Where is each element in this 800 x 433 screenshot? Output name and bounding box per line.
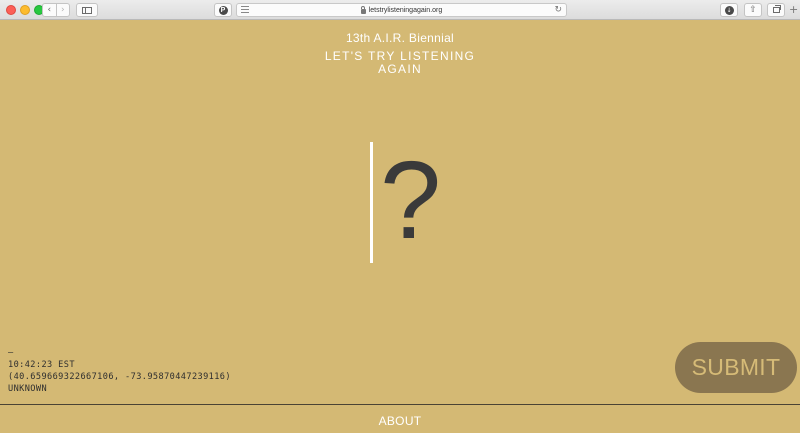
window-minimize-button[interactable] xyxy=(20,5,30,15)
submit-button[interactable]: SUBMIT xyxy=(675,342,797,393)
lock-icon xyxy=(360,5,366,14)
location-info: — 10:42:23 EST (40.659669322667106, -73.… xyxy=(8,347,231,395)
about-link[interactable]: ABOUT xyxy=(0,414,800,428)
reload-icon[interactable]: ↻ xyxy=(554,4,562,16)
footer-divider xyxy=(0,404,800,405)
text-input-cursor[interactable] xyxy=(370,142,373,263)
tab-overview-button[interactable] xyxy=(767,3,785,17)
url-display: letstrylisteningagain.org xyxy=(237,4,566,16)
info-marker: — xyxy=(8,348,14,358)
biennial-subtitle: 13th A.I.R. Biennial xyxy=(345,31,455,45)
tabs-icon xyxy=(772,5,781,13)
pinterest-button[interactable]: P xyxy=(214,3,232,17)
address-bar[interactable]: letstrylisteningagain.org ↻ xyxy=(236,3,567,17)
url-text: letstrylisteningagain.org xyxy=(368,6,443,14)
browser-toolbar: ‹ › P letstrylisteningagain.org ↻ ↓ ⇧ + xyxy=(0,0,800,20)
share-icon: ⇧ xyxy=(749,5,757,15)
coordinates: (40.659669322667106, -73.95870447239116) xyxy=(8,372,231,382)
new-tab-button[interactable]: + xyxy=(789,2,798,18)
forward-button[interactable]: › xyxy=(55,4,70,16)
page-title-line-2: AGAIN xyxy=(378,62,422,76)
downloads-button[interactable]: ↓ xyxy=(720,3,738,17)
pinterest-icon: P xyxy=(218,5,228,15)
window-close-button[interactable] xyxy=(6,5,16,15)
timestamp: 10:42:23 EST xyxy=(8,360,75,370)
question-mark-prompt[interactable]: ? xyxy=(380,146,441,256)
share-button[interactable]: ⇧ xyxy=(744,3,762,17)
back-button[interactable]: ‹ xyxy=(43,4,56,16)
location-name: UNKNOWN xyxy=(8,384,48,394)
sidebar-icon xyxy=(82,6,92,14)
sidebar-toggle-button[interactable] xyxy=(76,3,98,17)
history-nav: ‹ › xyxy=(42,3,70,17)
download-icon: ↓ xyxy=(724,5,734,15)
page-title: LET'S TRY LISTENING AGAIN xyxy=(0,50,800,76)
